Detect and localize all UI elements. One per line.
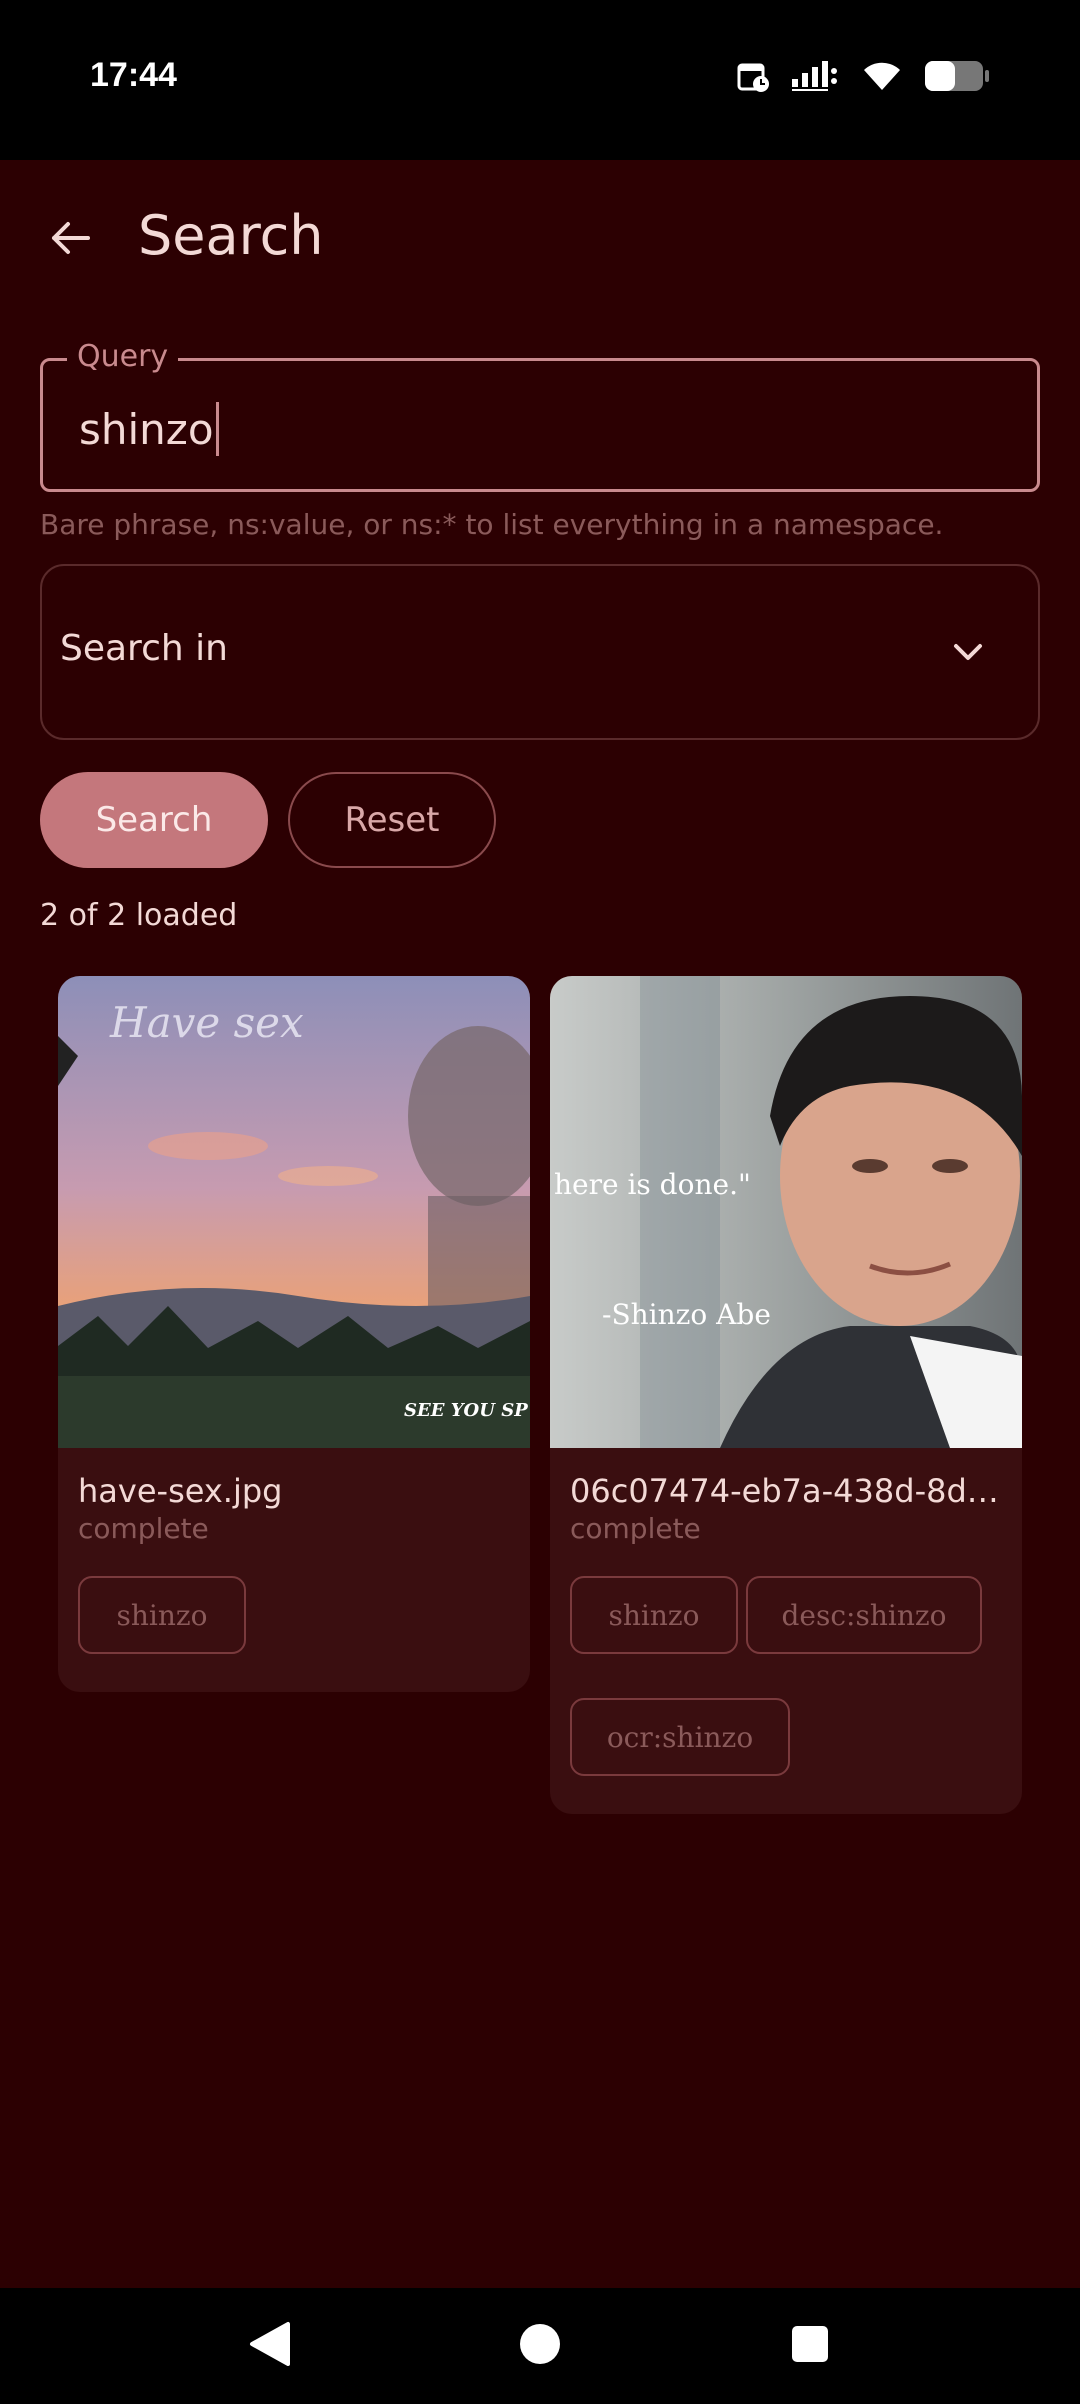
query-value: shinzo (79, 404, 214, 454)
search-in-dropdown[interactable]: Search in (40, 564, 1040, 740)
triangle-back-icon (248, 2320, 292, 2372)
search-in-label: Search in (60, 628, 228, 669)
tag-chip[interactable]: desc:shinzo (746, 1576, 982, 1654)
square-recents-icon (790, 2324, 830, 2368)
status-time: 17:44 (90, 56, 177, 94)
tag-chip[interactable]: shinzo (78, 1576, 246, 1654)
nav-home-button[interactable] (510, 2316, 570, 2376)
query-helper-text: Bare phrase, ns:value, or ns:* to list e… (40, 508, 944, 541)
thumbnail-overlay-text: -Shinzo Abe (602, 1298, 771, 1331)
status-icons (736, 58, 990, 98)
signal-icon (792, 61, 840, 95)
wifi-icon (862, 60, 902, 96)
results-count: 2 of 2 loaded (40, 898, 238, 933)
result-status: complete (570, 1512, 701, 1545)
reset-button[interactable]: Reset (288, 772, 496, 868)
query-input[interactable]: shinzo (79, 399, 1007, 459)
result-thumbnail[interactable]: Have sex SEE YOU SP (58, 976, 530, 1448)
result-thumbnail[interactable]: here is done." -Shinzo Abe (550, 976, 1022, 1448)
search-button[interactable]: Search (40, 772, 268, 868)
nav-back-button[interactable] (240, 2316, 300, 2376)
result-status: complete (78, 1512, 209, 1545)
result-filename: 06c07474-eb7a-438d-8db... (570, 1472, 1006, 1510)
page-title: Search (138, 204, 324, 267)
arrow-back-icon (48, 216, 92, 264)
thumbnail-overlay-text: SEE YOU SP (404, 1400, 528, 1421)
chevron-down-icon (948, 632, 988, 676)
query-field[interactable]: Query shinzo (40, 339, 1040, 492)
navigation-bar (0, 2288, 1080, 2404)
result-card[interactable]: here is done." -Shinzo Abe 06c07474-eb7a… (550, 976, 1022, 1814)
text-caret (215, 402, 219, 456)
result-card[interactable]: Have sex SEE YOU SP have-sex.jpg complet… (58, 976, 530, 1692)
status-bar: 17:44 (0, 0, 1080, 160)
battery-icon (924, 60, 990, 96)
result-filename: have-sex.jpg (78, 1472, 283, 1510)
tag-chip[interactable]: shinzo (570, 1576, 738, 1654)
app-bar: Search (0, 160, 1080, 320)
nav-recents-button[interactable] (780, 2316, 840, 2376)
tag-chip[interactable]: ocr:shinzo (570, 1698, 790, 1776)
calendar-clock-icon (736, 59, 770, 97)
back-button[interactable] (30, 200, 110, 280)
query-label: Query (67, 339, 179, 374)
thumbnail-overlay-text: Have sex (110, 998, 304, 1047)
thumbnail-overlay-text: here is done." (554, 1168, 751, 1201)
circle-home-icon (518, 2322, 562, 2370)
